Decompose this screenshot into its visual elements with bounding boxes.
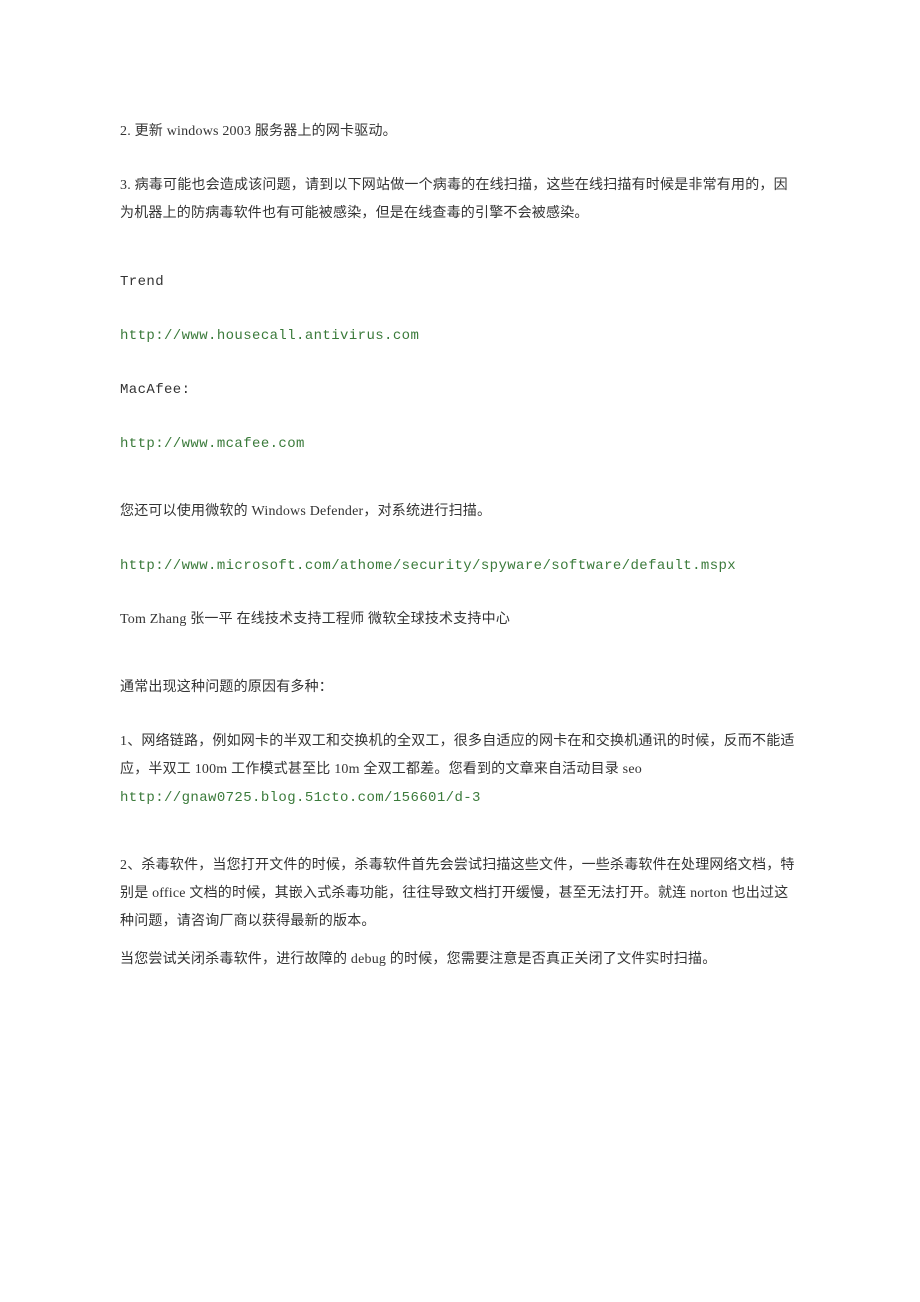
link-mcafee[interactable]: http://www.mcafee.com	[120, 430, 800, 458]
paragraph-reason-2: 2、杀毒软件，当您打开文件的时候，杀毒软件首先会尝试扫描这些文件，一些杀毒软件在…	[120, 852, 800, 936]
link-51cto[interactable]: http://gnaw0725.blog.51cto.com/156601/d-…	[120, 790, 481, 806]
signature-line: Tom Zhang 张一平 在线技术支持工程师 微软全球技术支持中心	[120, 606, 800, 634]
reason-1-text: 1、网络链路，例如网卡的半双工和交换机的全双工，很多自适应的网卡在和交换机通讯的…	[120, 734, 795, 777]
link-housecall[interactable]: http://www.housecall.antivirus.com	[120, 322, 800, 350]
macafee-label: MacAfee:	[120, 376, 800, 404]
paragraph-defender: 您还可以使用微软的 Windows Defender，对系统进行扫描。	[120, 498, 800, 526]
link-microsoft[interactable]: http://www.microsoft.com/athome/security…	[120, 552, 800, 580]
paragraph-reason-2b: 当您尝试关闭杀毒软件，进行故障的 debug 的时候，您需要注意是否真正关闭了文…	[120, 946, 800, 974]
paragraph-reasons: 通常出现这种问题的原因有多种：	[120, 674, 800, 702]
document-page: 2. 更新 windows 2003 服务器上的网卡驱动。 3. 病毒可能也会造…	[0, 0, 920, 1100]
paragraph-2: 2. 更新 windows 2003 服务器上的网卡驱动。	[120, 118, 800, 146]
paragraph-reason-1: 1、网络链路，例如网卡的半双工和交换机的全双工，很多自适应的网卡在和交换机通讯的…	[120, 728, 800, 812]
trend-label: Trend	[120, 268, 800, 296]
paragraph-3: 3. 病毒可能也会造成该问题，请到以下网站做一个病毒的在线扫描，这些在线扫描有时…	[120, 172, 800, 228]
